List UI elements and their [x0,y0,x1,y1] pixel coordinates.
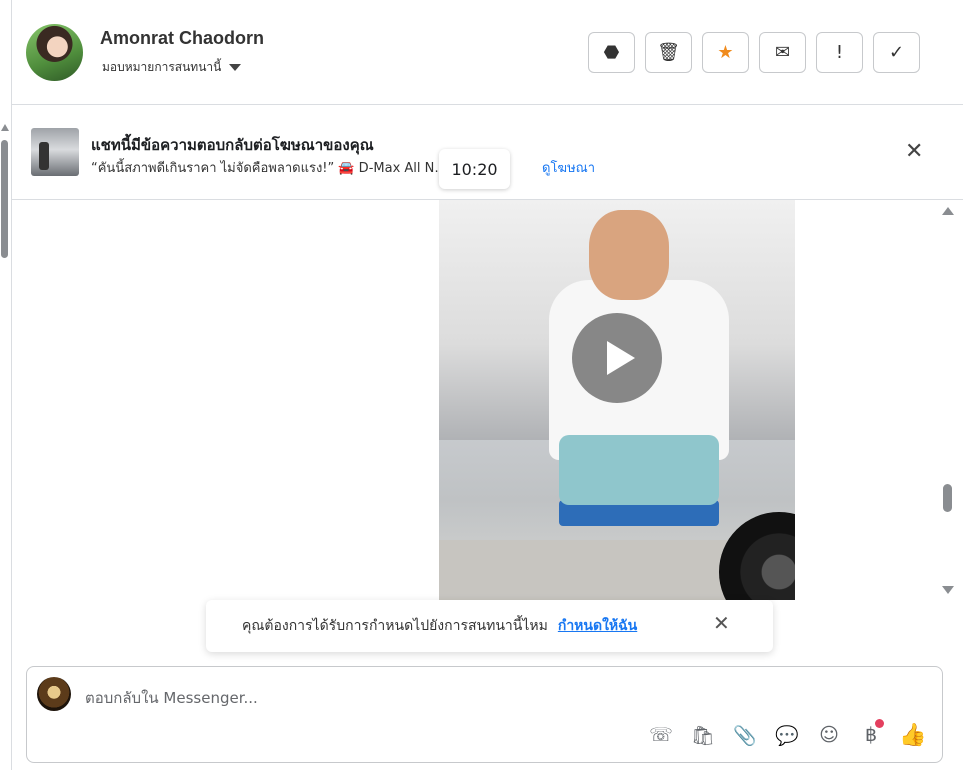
emoji-button[interactable]: ☺ [815,721,843,749]
delete-button[interactable]: 🗑 [645,32,692,73]
video-frame-wheel [719,512,795,600]
star-icon: ★ [717,42,734,63]
page-avatar [37,677,71,711]
call-button[interactable]: ☏ [647,721,675,749]
notification-dot [875,719,884,728]
video-message[interactable] [439,200,795,600]
mark-done-button[interactable]: ✓ [873,32,920,73]
assign-dropdown[interactable]: มอบหมายการสนทนานี้ [102,58,242,77]
conversation-header: Amonrat Chaodorn มอบหมายการสนทนานี้ ⬣ 🗑 … [12,0,963,105]
assign-label: มอบหมายการสนทนานี้ [102,60,222,74]
shop-button[interactable]: 🛍 [689,721,717,749]
saved-replies-button[interactable]: 💬 [773,721,801,749]
scrollbar-thumb[interactable] [1,140,8,258]
payment-button[interactable]: ฿ [857,719,885,749]
trash-icon: 🗑 [657,42,680,63]
header-actions: ⬣ 🗑 ★ ✉ ! ✓ [588,32,920,73]
octagon-alert-icon: ⬣ [603,42,620,63]
star-button[interactable]: ★ [702,32,749,73]
exclamation-icon: ! [835,42,844,63]
messages-scrollbar[interactable] [940,200,956,600]
ad-thumbnail[interactable] [31,128,79,176]
close-icon[interactable]: ✕ [713,613,730,633]
video-frame-shorts [559,435,719,505]
video-frame-person-head [589,210,669,300]
chat-bubble-icon: 💬 [775,724,799,747]
paperclip-icon: 📎 [733,724,757,747]
assign-to-me-prompt: คุณต้องการได้รับการกำหนดไปยังการสนทนานี้… [206,600,773,652]
reply-input[interactable]: ตอบกลับใน Messenger... [85,686,258,710]
follow-up-button[interactable]: ! [816,32,863,73]
attach-button[interactable]: 📎 [731,721,759,749]
scroll-down-arrow-icon[interactable] [942,586,954,594]
assign-to-me-link[interactable]: กำหนดให้ฉัน [558,615,637,637]
smiley-icon: ☺ [819,724,839,746]
scroll-up-arrow-icon[interactable] [942,207,954,215]
ad-banner-title: แชทนี้มีข้อความตอบกลับต่อโฆษณาของคุณ [91,136,374,154]
view-ad-link[interactable]: ดูโฆษณา [542,157,595,178]
contact-name[interactable]: Amonrat Chaodorn [100,28,264,49]
check-icon: ✓ [888,42,905,63]
scrollbar-thumb[interactable] [943,484,952,512]
play-icon[interactable] [572,313,662,403]
reply-composer[interactable]: ตอบกลับใน Messenger... ☏ 🛍 📎 💬 ☺ ฿ 👍 [26,666,943,763]
assign-prompt-text: คุณต้องการได้รับการกำหนดไปยังการสนทนานี้… [242,618,548,634]
like-button[interactable]: 👍 [899,721,927,749]
baht-icon: ฿ [864,724,878,746]
caret-down-icon [229,64,242,71]
contact-avatar[interactable] [26,24,83,81]
spam-button[interactable]: ⬣ [588,32,635,73]
phone-plus-icon: ☏ [649,724,673,746]
left-scrollbar[interactable] [0,0,12,770]
mark-unread-button[interactable]: ✉ [759,32,806,73]
bag-icon: 🛍 [690,724,716,747]
close-icon[interactable]: ✕ [905,141,923,163]
message-timestamp: 10:20 [439,149,510,189]
scroll-up-arrow-icon[interactable] [1,124,9,131]
thumbs-up-icon: 👍 [899,722,927,748]
envelope-icon: ✉ [774,42,791,63]
composer-toolbar: ☏ 🛍 📎 💬 ☺ ฿ 👍 [647,719,927,749]
